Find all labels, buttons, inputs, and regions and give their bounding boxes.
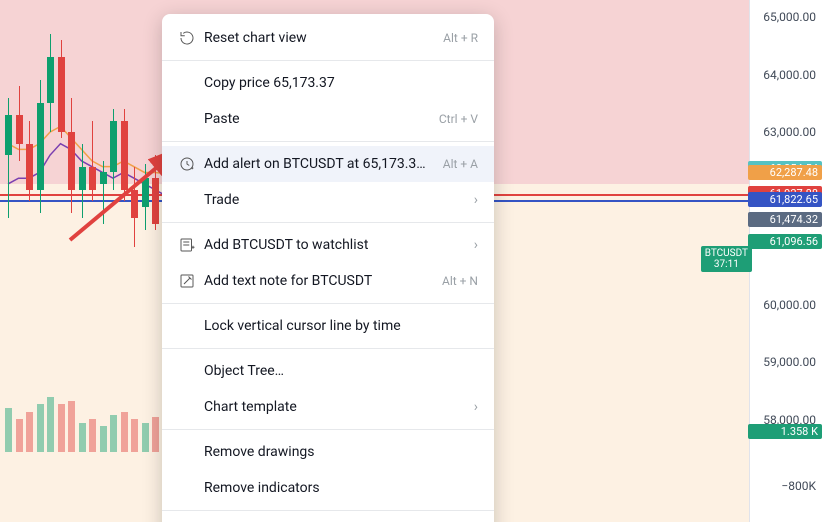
price-axis[interactable]: 65,000.00 64,000.00 63,000.00 60,000.00 59,0…: [749, 0, 822, 522]
menu-hint: Alt + A: [443, 157, 478, 171]
menu-hint: Alt + R: [443, 31, 478, 45]
menu-chart-template[interactable]: Chart template ›: [162, 389, 494, 425]
menu-label: Add BTCUSDT to watchlist: [204, 237, 464, 253]
menu-label: Trade: [204, 192, 464, 208]
volume-bar: [89, 419, 96, 452]
axis-tick: 60,000.00: [763, 298, 816, 312]
price-label-badge: 61,822.65: [748, 192, 822, 207]
volume-bar: [5, 408, 12, 452]
reset-icon: [178, 29, 204, 47]
menu-separator: [162, 348, 494, 349]
menu-label: Lock vertical cursor line by time: [204, 318, 478, 334]
volume-bar: [79, 423, 86, 452]
note-icon: [178, 272, 204, 290]
volume-bar: [37, 404, 44, 452]
chevron-right-icon: ›: [474, 399, 478, 415]
menu-settings[interactable]: Settings…: [162, 515, 494, 522]
menu-separator: [162, 141, 494, 142]
volume-bar: [58, 404, 65, 452]
axis-tick: 59,000.00: [763, 355, 816, 369]
menu-label: Chart template: [204, 399, 464, 415]
menu-remove-indicators[interactable]: Remove indicators: [162, 470, 494, 506]
volume-bar: [47, 397, 54, 452]
volume-bar: [26, 412, 33, 452]
menu-separator: [162, 429, 494, 430]
menu-reset-chart[interactable]: Reset chart view Alt + R: [162, 20, 494, 56]
symbol-badge-countdown: 37:11: [705, 259, 748, 270]
volume-bar: [142, 423, 149, 452]
menu-hint: Ctrl + V: [439, 112, 478, 126]
price-label-badge: 62,287.48: [748, 165, 822, 180]
axis-tick: 63,000.00: [763, 125, 816, 139]
menu-label: Remove indicators: [204, 480, 478, 496]
alert-icon: [178, 155, 204, 173]
menu-label: Copy price 65,173.37: [204, 75, 478, 91]
menu-add-watchlist[interactable]: Add BTCUSDT to watchlist ›: [162, 227, 494, 263]
menu-label: Add alert on BTCUSDT at 65,173.37…: [204, 156, 433, 172]
volume-bar: [152, 417, 159, 452]
symbol-badge-label: BTCUSDT: [705, 248, 748, 259]
chevron-right-icon: ›: [474, 192, 478, 208]
volume-bar: [110, 415, 117, 452]
menu-paste[interactable]: Paste Ctrl + V: [162, 101, 494, 137]
price-label-badge: 61,474.32: [748, 212, 822, 227]
volume-bar: [100, 426, 107, 452]
volume-tick: −800K: [781, 479, 816, 493]
menu-copy-price[interactable]: Copy price 65,173.37: [162, 65, 494, 101]
menu-separator: [162, 60, 494, 61]
volume-badge: 1.358 K: [748, 424, 822, 439]
axis-tick: 64,000.00: [763, 68, 816, 82]
menu-trade[interactable]: Trade ›: [162, 182, 494, 218]
menu-text-note[interactable]: Add text note for BTCUSDT Alt + N: [162, 263, 494, 299]
menu-separator: [162, 222, 494, 223]
menu-label: Reset chart view: [204, 30, 433, 46]
watchlist-icon: [178, 236, 204, 254]
symbol-last-price-badge: BTCUSDT 37:11: [701, 246, 752, 272]
menu-label: Paste: [204, 111, 429, 127]
menu-lock-cursor[interactable]: Lock vertical cursor line by time: [162, 308, 494, 344]
menu-add-alert[interactable]: Add alert on BTCUSDT at 65,173.37… Alt +…: [162, 146, 494, 182]
menu-separator: [162, 510, 494, 511]
menu-separator: [162, 303, 494, 304]
volume-bar: [131, 419, 138, 452]
price-label-badge: 61,096.56: [748, 234, 822, 249]
chevron-right-icon: ›: [474, 237, 478, 253]
menu-label: Object Tree…: [204, 363, 478, 379]
menu-remove-drawings[interactable]: Remove drawings: [162, 434, 494, 470]
volume-bar: [16, 419, 23, 452]
menu-object-tree[interactable]: Object Tree…: [162, 353, 494, 389]
volume-bar: [68, 401, 75, 452]
menu-hint: Alt + N: [442, 274, 478, 288]
axis-tick: 65,000.00: [763, 10, 816, 24]
menu-label: Add text note for BTCUSDT: [204, 273, 432, 289]
volume-bar: [121, 412, 128, 452]
menu-label: Remove drawings: [204, 444, 478, 460]
chart-context-menu: Reset chart view Alt + R Copy price 65,1…: [162, 14, 494, 522]
